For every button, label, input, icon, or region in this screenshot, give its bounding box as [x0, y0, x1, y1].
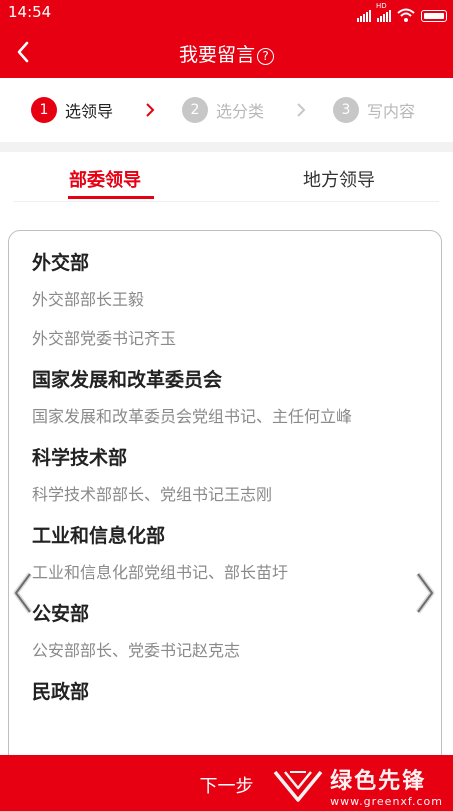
page-title: 我要留言	[178, 44, 255, 66]
prev-chevron-icon[interactable]	[6, 570, 38, 616]
step-indicator: 1 选领导 2 选分类 3 写内容	[0, 78, 453, 142]
watermark-brand: 绿色先锋	[330, 769, 427, 794]
department-name: 外交部	[32, 252, 90, 274]
department-name: 公安部	[32, 603, 90, 625]
step-1-number: 1	[31, 97, 57, 123]
leader-item[interactable]: 科学技术部部长、党组书记王志刚	[32, 483, 422, 506]
wifi-icon	[397, 8, 415, 22]
step-3-label: 写内容	[367, 102, 416, 121]
step-3: 3 写内容	[333, 97, 415, 123]
leader-type-tabs: 部委领导 地方领导	[0, 152, 453, 202]
step-2-number: 2	[182, 97, 208, 123]
leader-list-card[interactable]: 外交部 外交部部长王毅 外交部党委书记齐玉 国家发展和改革委员会 国家发展和改革…	[8, 230, 442, 755]
watermark-url: www.greenxf.com	[330, 795, 443, 808]
watermark-logo-icon	[273, 770, 323, 802]
leader-list-area: 外交部 外交部部长王毅 外交部党委书记齐玉 国家发展和改革委员会 国家发展和改革…	[0, 202, 453, 755]
watermark: 绿色先锋 www.greenxf.com	[272, 763, 443, 808]
step-3-number: 3	[333, 97, 359, 123]
department-name: 工业和信息化部	[32, 525, 166, 547]
leader-list: 外交部 外交部部长王毅 外交部党委书记齐玉 国家发展和改革委员会 国家发展和改革…	[32, 249, 422, 717]
status-bar: 14:54 HD	[0, 0, 453, 26]
signal-icon	[357, 10, 371, 22]
watermark-text: 绿色先锋 www.greenxf.com	[330, 763, 443, 808]
department-name: 民政部	[32, 681, 90, 703]
step-1: 1 选领导	[31, 97, 113, 123]
tab-ministry-leaders[interactable]: 部委领导	[69, 166, 141, 192]
step-arrow-icon	[146, 103, 155, 117]
leader-item[interactable]: 公安部部长、党委书记赵克志	[32, 639, 422, 662]
hd-label: HD	[376, 2, 387, 10]
help-icon[interactable]: ?	[257, 48, 274, 65]
hd-signal-icon: HD	[376, 2, 391, 22]
step-2-label: 选分类	[216, 102, 265, 121]
tab-local-leaders[interactable]: 地方领导	[303, 166, 375, 192]
leader-item[interactable]: 国家发展和改革委员会党组书记、主任何立峰	[32, 405, 422, 428]
leader-item[interactable]: 外交部党委书记齐玉	[32, 327, 422, 350]
status-icons: HD	[357, 2, 447, 22]
battery-icon	[421, 10, 447, 22]
step-arrow-icon	[297, 103, 306, 117]
page-title-wrap: 我要留言?	[0, 40, 453, 67]
leader-item[interactable]: 工业和信息化部党组书记、部长苗圩	[32, 561, 422, 584]
department-name: 国家发展和改革委员会	[32, 369, 223, 391]
tab-underline	[68, 196, 154, 199]
leader-item[interactable]: 外交部部长王毅	[32, 288, 422, 311]
step-2: 2 选分类	[182, 97, 264, 123]
status-time: 14:54	[8, 3, 52, 21]
department-name: 科学技术部	[32, 447, 128, 469]
header: 我要留言?	[0, 26, 453, 78]
next-chevron-icon[interactable]	[410, 570, 442, 616]
step-1-label: 选领导	[65, 102, 114, 121]
bottom-bar: 下一步 绿色先锋 www.greenxf.com	[0, 755, 453, 811]
